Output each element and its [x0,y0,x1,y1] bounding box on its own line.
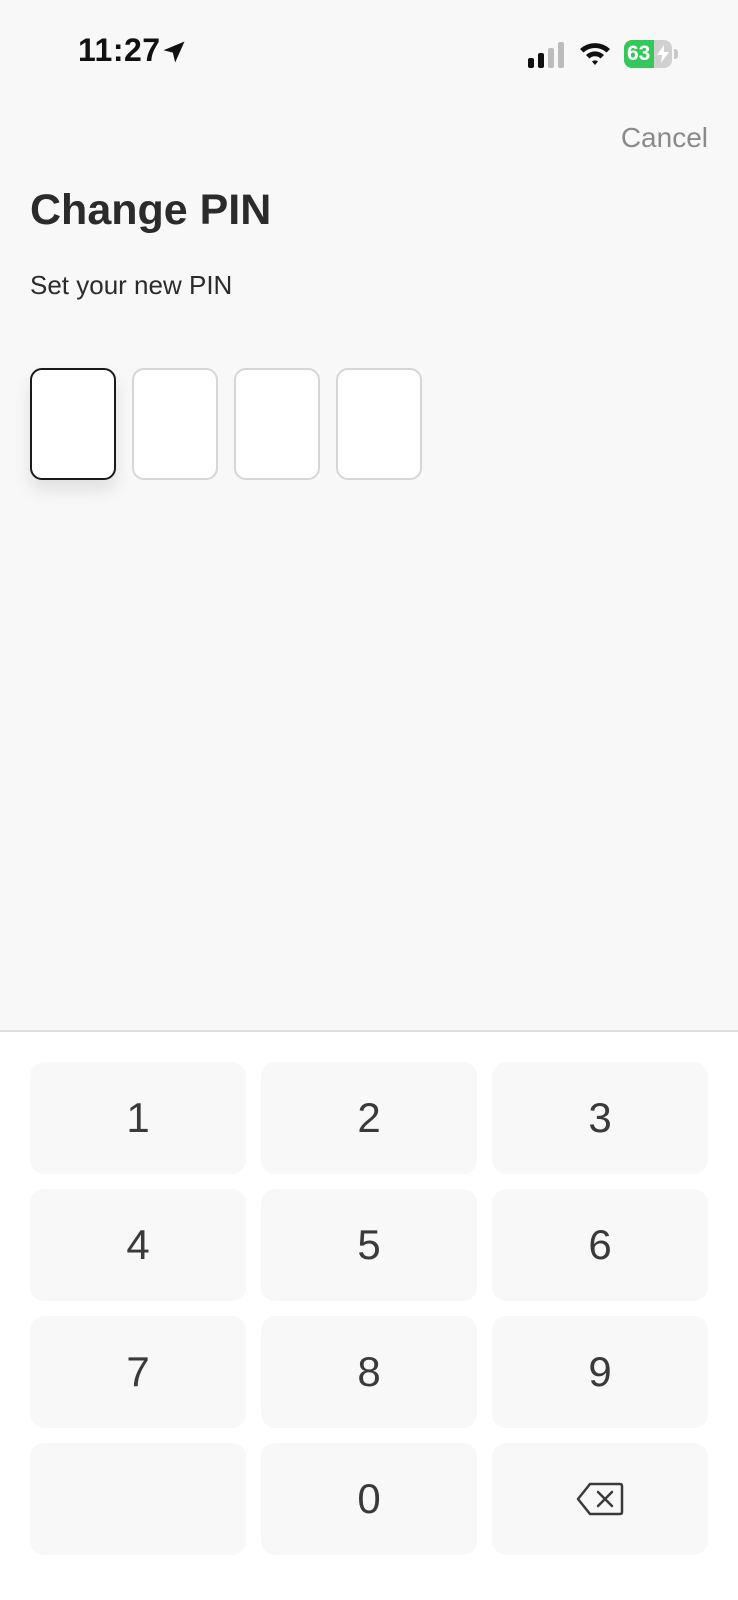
pin-digit-box-2[interactable] [132,368,218,480]
cellular-signal-icon [528,42,564,68]
key-6[interactable]: 6 [492,1189,708,1301]
battery-cap [674,49,678,59]
cancel-button[interactable]: Cancel [621,122,708,154]
pin-input-row [30,368,422,480]
location-arrow-icon [163,41,185,63]
battery-charging-icon [657,45,669,63]
key-3[interactable]: 3 [492,1062,708,1174]
wifi-icon [580,43,610,65]
numeric-keypad: 1 2 3 4 5 6 7 8 9 0 [0,1030,738,1600]
page-title: Change PIN [30,186,272,234]
status-bar: 11:27 63 [0,0,738,100]
battery-body: 63 [624,40,672,68]
pin-digit-box-3[interactable] [234,368,320,480]
page-subtitle: Set your new PIN [30,270,233,300]
key-5[interactable]: 5 [261,1189,477,1301]
battery-level: 63 [627,42,651,65]
keypad-grid: 1 2 3 4 5 6 7 8 9 0 [30,1062,708,1555]
key-blank [30,1443,246,1555]
key-2[interactable]: 2 [261,1062,477,1174]
key-4[interactable]: 4 [30,1189,246,1301]
pin-digit-box-1[interactable] [30,368,116,480]
key-0[interactable]: 0 [261,1443,477,1555]
pin-digit-box-4[interactable] [336,368,422,480]
backspace-icon [576,1482,624,1516]
key-1[interactable]: 1 [30,1062,246,1174]
key-9[interactable]: 9 [492,1316,708,1428]
status-time: 11:27 [78,32,161,68]
key-7[interactable]: 7 [30,1316,246,1428]
battery-indicator: 63 [624,40,678,68]
change-pin-screen: 11:27 63 Cancel Change PIN Set your new … [0,0,738,1600]
key-8[interactable]: 8 [261,1316,477,1428]
backspace-button[interactable] [492,1443,708,1555]
